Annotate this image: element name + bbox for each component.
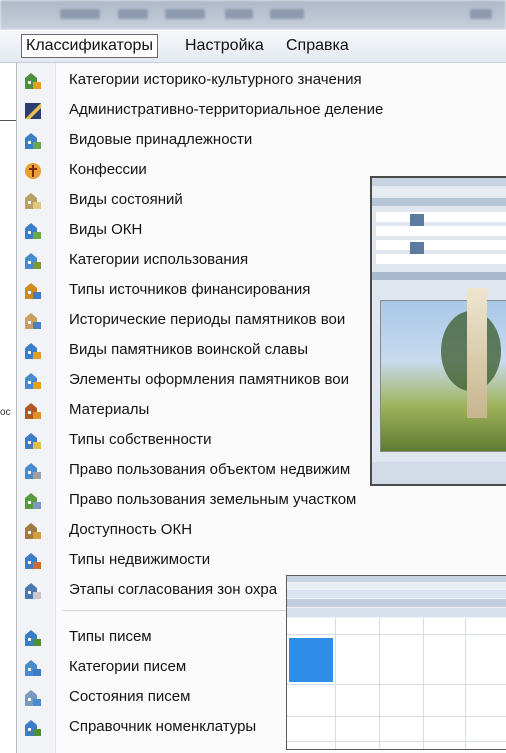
menu-item-label: Категории писем — [69, 658, 187, 675]
menu-item-16[interactable]: Доступность ОКН — [16, 515, 506, 545]
embedded-screenshot-app-window — [370, 176, 506, 486]
church-tower — [467, 288, 487, 418]
building-tree-icon — [24, 222, 42, 240]
monument-icon — [24, 312, 42, 330]
background-window-edge: ос — [0, 120, 16, 744]
columns-building-icon — [24, 192, 42, 210]
menu-item-label: Элементы оформления памятников вои — [69, 371, 350, 388]
cross-icon — [24, 162, 42, 180]
menu-item-3[interactable]: Видовые принадлежности — [16, 125, 506, 155]
church-photo — [380, 300, 506, 452]
map-diagonal-icon — [24, 102, 42, 120]
menu-item-label: Типы источников финансирования — [69, 281, 311, 298]
people-building-icon — [24, 342, 42, 360]
menu-item-label: Материалы — [69, 401, 150, 418]
key-building-icon — [24, 432, 42, 450]
menu-bar: Классификаторы Настройка Справка — [0, 30, 506, 63]
menu-item-label: Типы писем — [69, 628, 152, 645]
menu-item-label: Виды ОКН — [69, 221, 143, 238]
menu-item-2[interactable]: Административно-территориальное деление — [16, 95, 506, 125]
menu-settings[interactable]: Настройка — [181, 35, 268, 57]
bricks-icon — [24, 402, 42, 420]
building-tree-icon — [24, 132, 42, 150]
menu-classifiers[interactable]: Классификаторы — [21, 34, 158, 58]
tools-icon — [24, 252, 42, 270]
stamp-document-icon — [24, 582, 42, 600]
document-building-icon — [24, 462, 42, 480]
letter-status-icon — [24, 689, 42, 707]
menu-item-label: Доступность ОКН — [69, 521, 193, 538]
menu-item-label: Справочник номенклатуры — [69, 718, 257, 735]
land-document-icon — [24, 492, 42, 510]
menu-item-label: Конфессии — [69, 161, 147, 178]
menu-item-label: Типы недвижимости — [69, 551, 211, 568]
embedded-screenshot-letters-table — [286, 575, 506, 750]
directory-icon — [24, 719, 42, 737]
menu-item-label: Типы собственности — [69, 431, 212, 448]
menu-item-label: Виды памятников воинской славы — [69, 341, 308, 358]
people-group-icon — [24, 72, 42, 90]
lock-building-icon — [24, 522, 42, 540]
selected-cell — [289, 638, 333, 682]
letter-type-icon — [24, 629, 42, 647]
menu-item-label: Видовые принадлежности — [69, 131, 253, 148]
tiles-icon — [24, 372, 42, 390]
menu-item-label: Право пользования объектом недвижим — [69, 461, 351, 478]
window-titlebar-blurred — [0, 0, 506, 30]
menu-help[interactable]: Справка — [282, 35, 353, 57]
menu-item-label: Категории использования — [69, 251, 249, 268]
menu-item-label: Виды состояний — [69, 191, 183, 208]
letter-category-icon — [24, 659, 42, 677]
menu-item-label: Исторические периоды памятников вои — [69, 311, 346, 328]
money-building-icon — [24, 282, 42, 300]
menu-item-label: Состояния писем — [69, 688, 191, 705]
menu-item-1[interactable]: Категории историко-культурного значения — [16, 65, 506, 95]
menu-item-15[interactable]: Право пользования земельным участком — [16, 485, 506, 515]
house-building-icon — [24, 552, 42, 570]
menu-item-label: Право пользования земельным участком — [69, 491, 357, 508]
menu-item-label: Административно-территориальное деление — [69, 101, 384, 118]
menu-item-label: Категории историко-культурного значения — [69, 71, 362, 88]
menu-item-17[interactable]: Типы недвижимости — [16, 545, 506, 575]
menu-item-label: Этапы согласования зон охра — [69, 581, 278, 598]
